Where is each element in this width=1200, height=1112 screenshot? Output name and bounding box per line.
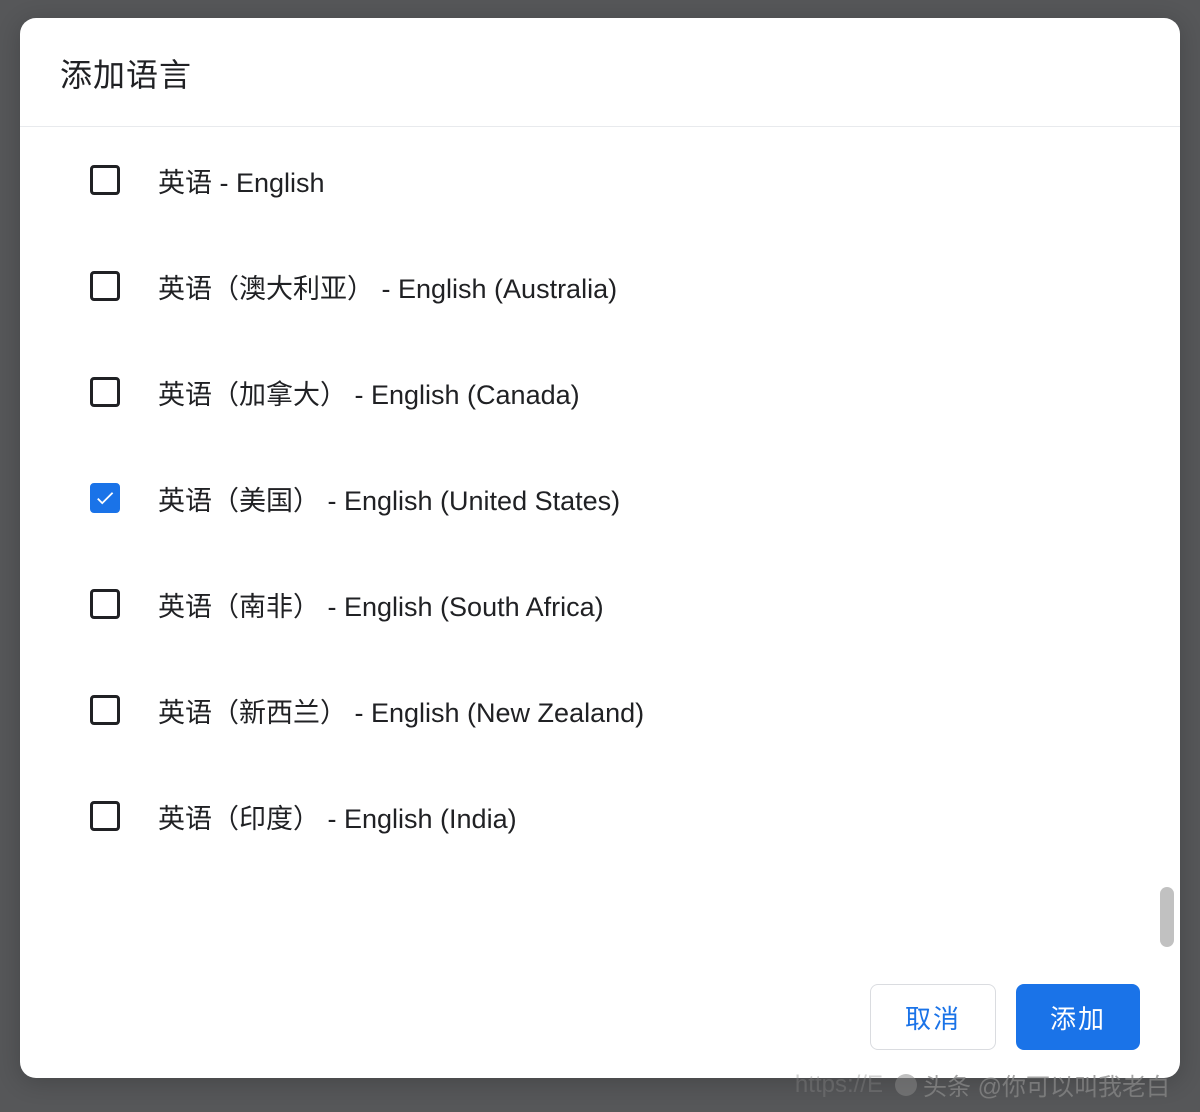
watermark-logo-icon: [895, 1074, 917, 1096]
language-list: 英语 - English 英语（澳大利亚） - English (Austral…: [90, 127, 1140, 869]
scrollbar-thumb[interactable]: [1160, 887, 1174, 947]
checkbox-icon[interactable]: [90, 165, 120, 195]
language-item-english-new-zealand[interactable]: 英语（新西兰） - English (New Zealand): [90, 657, 1140, 763]
language-item-english-canada[interactable]: 英语（加拿大） - English (Canada): [90, 339, 1140, 445]
watermark-text: 头条 @你可以叫我老白: [923, 1067, 1170, 1102]
language-label: 英语（印度） - English (India): [158, 797, 517, 836]
language-item-english-australia[interactable]: 英语（澳大利亚） - English (Australia): [90, 233, 1140, 339]
add-language-dialog: 添加语言 英语 - English 英语（澳大利亚） - English (Au…: [20, 18, 1180, 1078]
language-label: 英语（加拿大） - English (Canada): [158, 373, 580, 412]
language-label: 英语 - English: [158, 161, 325, 200]
language-label: 英语（美国） - English (United States): [158, 479, 620, 518]
dialog-body: 英语 - English 英语（澳大利亚） - English (Austral…: [20, 127, 1180, 960]
checkbox-icon[interactable]: [90, 271, 120, 301]
checkbox-icon[interactable]: [90, 483, 120, 513]
dialog-title: 添加语言: [60, 50, 1140, 96]
language-item-english-us[interactable]: 英语（美国） - English (United States): [90, 445, 1140, 551]
cancel-button[interactable]: 取消: [870, 984, 996, 1050]
language-label: 英语（南非） - English (South Africa): [158, 585, 604, 624]
checkmark-icon: [94, 487, 116, 509]
checkbox-icon[interactable]: [90, 589, 120, 619]
dialog-header: 添加语言: [20, 18, 1180, 127]
watermark: https://E 头条 @你可以叫我老白: [795, 1067, 1170, 1102]
language-label: 英语（新西兰） - English (New Zealand): [158, 691, 644, 730]
language-item-english-south-africa[interactable]: 英语（南非） - English (South Africa): [90, 551, 1140, 657]
checkbox-icon[interactable]: [90, 801, 120, 831]
checkbox-icon[interactable]: [90, 695, 120, 725]
watermark-prefix: https://E: [795, 1071, 883, 1099]
add-button[interactable]: 添加: [1016, 984, 1140, 1050]
language-item-english[interactable]: 英语 - English: [90, 127, 1140, 233]
language-item-english-india[interactable]: 英语（印度） - English (India): [90, 763, 1140, 869]
checkbox-icon[interactable]: [90, 377, 120, 407]
language-label: 英语（澳大利亚） - English (Australia): [158, 267, 617, 306]
dialog-footer: 取消 添加: [20, 960, 1180, 1078]
